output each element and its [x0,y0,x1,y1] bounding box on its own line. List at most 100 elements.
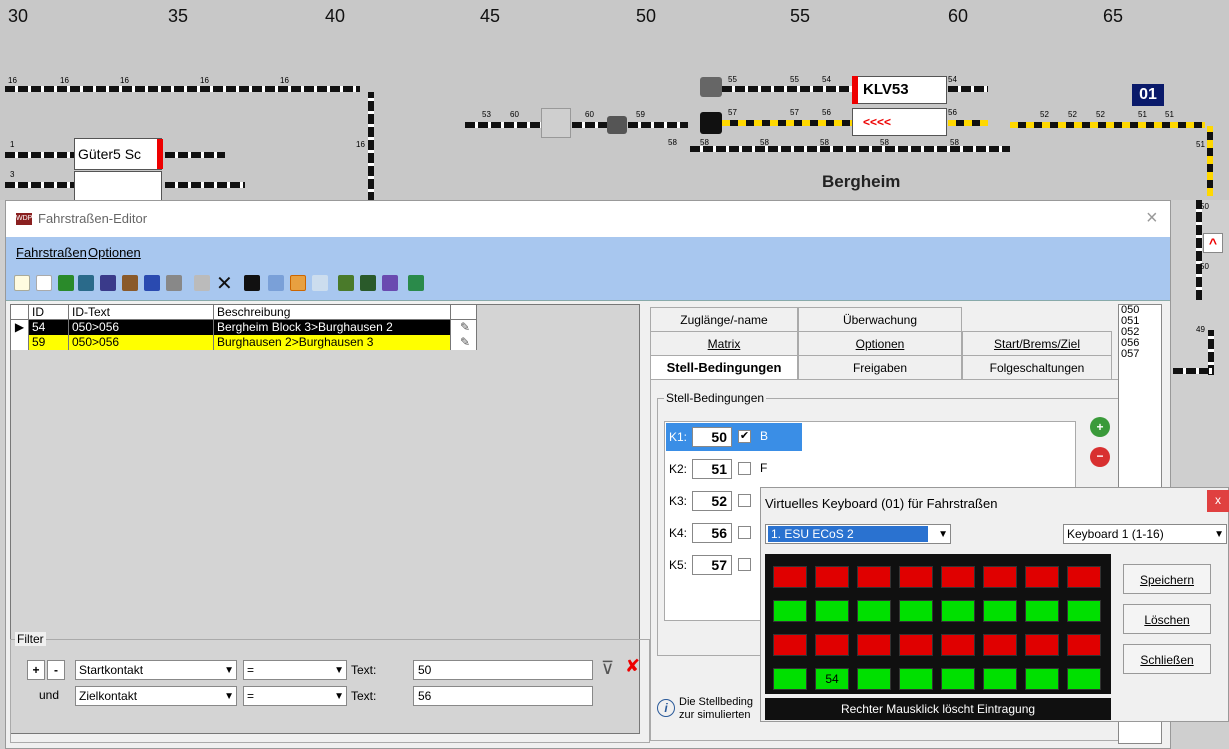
keyboard-key[interactable] [857,634,891,656]
tab-folgeschaltungen[interactable]: Folgeschaltungen [962,355,1112,379]
signal-icon[interactable] [700,77,722,97]
keyboard-key[interactable] [815,634,849,656]
keyboard-key[interactable] [983,600,1017,622]
filter-operator-2[interactable]: = ▼ [243,686,347,706]
track-segment[interactable] [5,86,360,92]
filter-operator-1[interactable]: = ▼ [243,660,347,680]
track-segment[interactable] [5,152,75,158]
remove-condition-icon[interactable]: − [1090,447,1110,467]
up-arrow-icon[interactable]: ^ [1203,233,1223,253]
remove-filter-button[interactable]: - [47,660,65,680]
track-segment-active[interactable] [1207,126,1213,196]
list-item[interactable]: 057 [1121,349,1161,360]
keyboard-key-assigned[interactable]: 54 [815,668,849,690]
view-1-icon[interactable] [268,275,284,291]
table-row[interactable]: 59 050>056 Burghausen 2>Burghausen 3 ✎ [11,335,481,350]
copy-icon[interactable] [36,275,52,291]
track-segment[interactable] [572,122,612,128]
track-segment[interactable] [368,92,374,202]
tab-ueberwachung[interactable]: Überwachung [798,307,962,331]
filter-route-icon[interactable] [338,275,354,291]
keyboard-key[interactable] [983,634,1017,656]
menu-fahrstrassen[interactable]: Fahrstraßen [16,245,87,260]
signal-icon[interactable] [700,112,722,134]
keyboard-key[interactable] [983,668,1017,690]
track-segment[interactable] [628,122,688,128]
route-end-icon[interactable] [78,275,94,291]
keyboard-key[interactable] [983,566,1017,588]
keyboard-key[interactable] [1067,566,1101,588]
train-icon[interactable] [100,275,116,291]
keyboard-key[interactable] [773,668,807,690]
track-segment-active[interactable] [1010,122,1205,128]
panel-icon[interactable] [244,275,260,291]
track-segment[interactable] [1173,368,1213,374]
track-segment[interactable] [465,122,545,128]
keyboard-key[interactable] [857,668,891,690]
filter-value-1[interactable]: 50 [413,660,593,680]
delete-button[interactable]: Löschen [1123,604,1211,634]
keyboard-key[interactable] [941,600,975,622]
keyboard-key[interactable] [773,600,807,622]
save-icon[interactable] [144,275,160,291]
tab-stell-bedingungen[interactable]: Stell-Bedingungen [650,355,798,379]
keyboard-key[interactable] [1067,600,1101,622]
clear-filter-icon[interactable]: ✘ [625,656,640,677]
checkbox[interactable] [738,462,751,475]
track-segment[interactable] [1196,200,1202,300]
new-icon[interactable] [14,275,30,291]
condition-row[interactable]: K2: 51 F [666,455,1126,483]
add-filter-button[interactable]: + [27,660,45,680]
tab-zuglaenge[interactable]: Zuglänge/-name [650,307,798,331]
condition-value[interactable]: 52 [692,491,732,511]
column-header[interactable]: Beschreibung [214,305,451,320]
close-icon[interactable]: x [1207,490,1229,512]
tab-matrix[interactable]: Matrix [650,331,798,355]
sort-icon[interactable] [360,275,376,291]
filter-icon[interactable]: ⊽ [601,658,614,679]
keyboard-key[interactable] [1067,634,1101,656]
block-gueter5[interactable]: Güter5 Sc [74,138,162,170]
keyboard-key[interactable] [941,668,975,690]
condition-value[interactable]: 57 [692,555,732,575]
tab-optionen[interactable]: Optionen [798,331,962,355]
keyboard-select[interactable]: Keyboard 1 (1-16) ▼ [1063,524,1227,544]
check-icon[interactable] [382,275,398,291]
checkbox[interactable] [738,526,751,539]
exit-icon[interactable] [408,275,424,291]
signal-icon[interactable] [607,116,627,134]
track-segment-active[interactable] [722,120,852,126]
condition-value[interactable]: 50 [692,427,732,447]
view-3-icon[interactable] [312,275,328,291]
delete-icon[interactable]: ✕ [216,271,233,296]
keyboard-key[interactable] [1067,668,1101,690]
table-row[interactable]: ▶ 54 050>056 Bergheim Block 3>Burghausen… [11,320,481,335]
print-icon[interactable] [166,275,182,291]
add-condition-icon[interactable]: + [1090,417,1110,437]
checkbox-checked[interactable]: ✔ [738,430,751,443]
block-klv53[interactable]: KLV53 [852,76,947,104]
save-button[interactable]: Speichern [1123,564,1211,594]
condition-value[interactable]: 51 [692,459,732,479]
route-badge[interactable]: 01 [1132,84,1164,106]
filter-value-2[interactable]: 56 [413,686,593,706]
track-segment[interactable] [690,146,1010,152]
column-header[interactable]: ID-Text [69,305,214,320]
block-direction[interactable]: <<<< [852,108,947,136]
keyboard-key[interactable] [941,634,975,656]
keyboard-key[interactable] [857,600,891,622]
keyboard-key[interactable] [899,600,933,622]
close-button[interactable]: Schließen [1123,644,1211,674]
edit-row-icon[interactable]: ✎ [451,335,477,350]
rename-icon[interactable] [194,275,210,291]
track-segment[interactable] [722,86,852,92]
close-icon[interactable]: × [1146,207,1158,230]
block-empty[interactable] [74,171,162,201]
keyboard-key[interactable] [941,566,975,588]
keyboard-key[interactable] [857,566,891,588]
edit-row-icon[interactable]: ✎ [451,320,477,335]
column-header[interactable]: ID [29,305,69,320]
filter-field-1[interactable]: Startkontakt ▼ [75,660,237,680]
keyboard-key[interactable] [899,668,933,690]
track-segment[interactable] [5,182,75,188]
